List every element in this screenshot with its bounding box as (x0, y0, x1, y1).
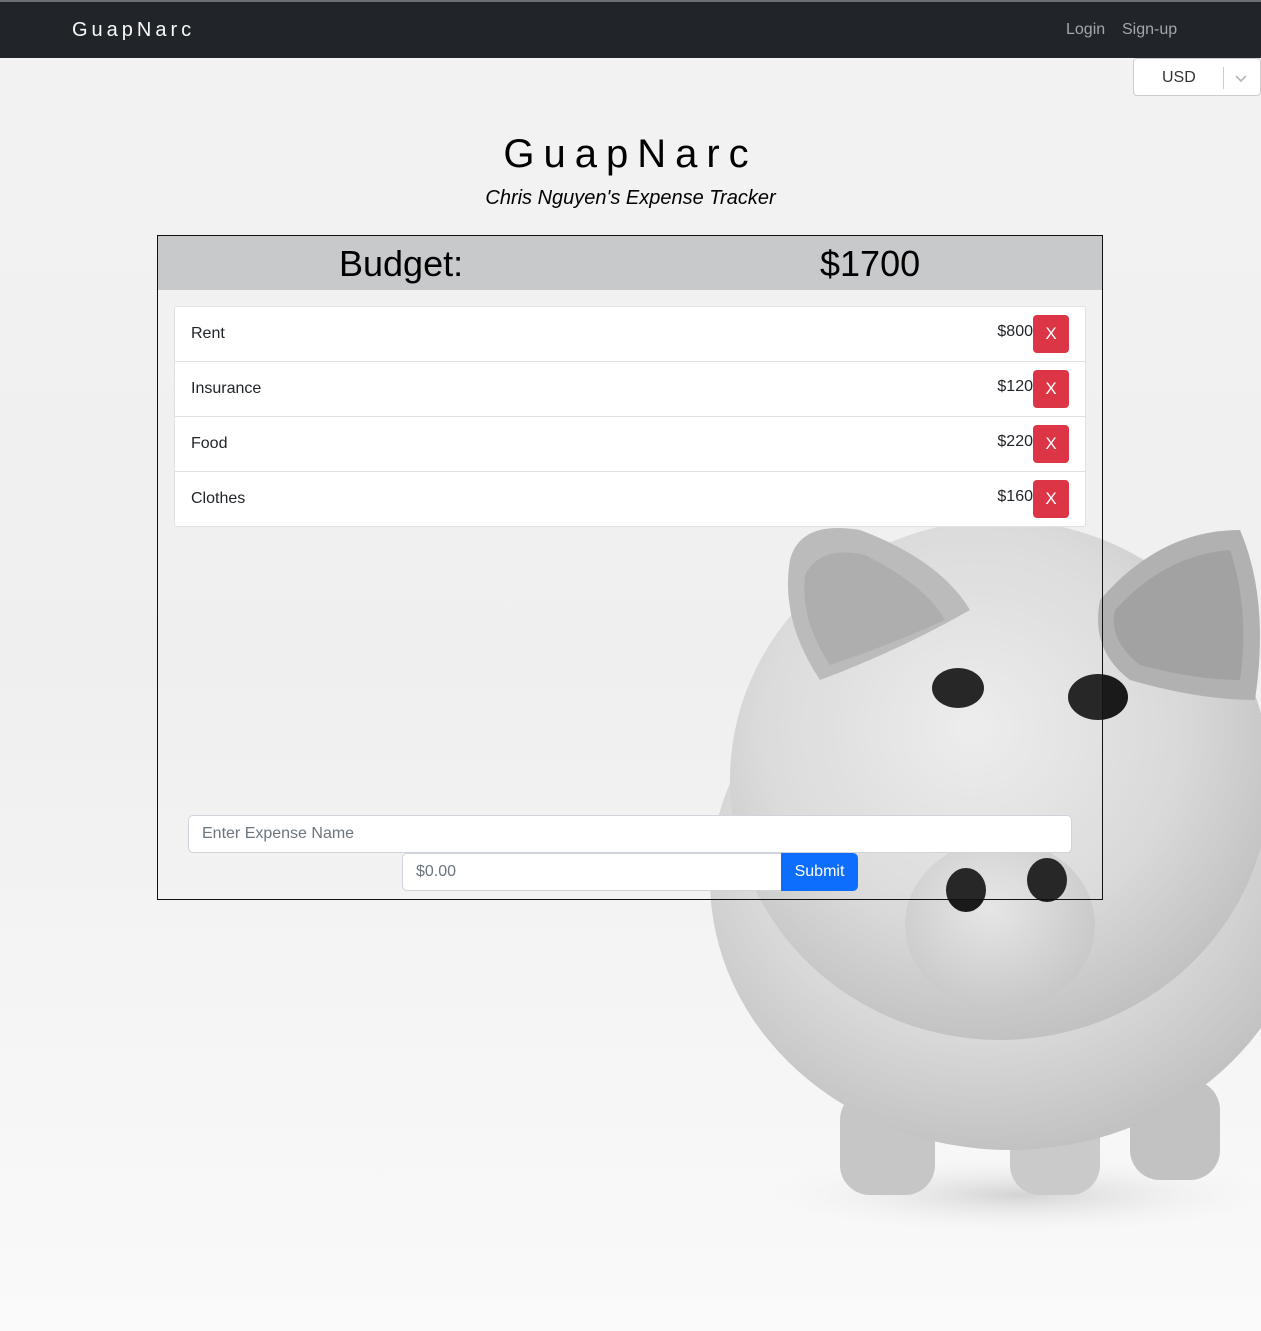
delete-expense-button[interactable]: X (1033, 425, 1069, 463)
login-link[interactable]: Login (1066, 21, 1105, 39)
expense-amount: $220 (997, 433, 1033, 450)
delete-expense-button[interactable]: X (1033, 480, 1069, 518)
expense-row: Insurance $120 X (174, 361, 1086, 417)
chevron-down-icon[interactable] (1232, 70, 1250, 86)
signup-link[interactable]: Sign-up (1122, 21, 1177, 39)
delete-expense-button[interactable]: X (1033, 370, 1069, 408)
expense-list: Rent $800 X Insurance $120 X Food $220 X… (174, 306, 1086, 527)
submit-button[interactable]: Submit (781, 853, 858, 891)
expense-tracker-card: Budget: $1700 Rent $800 X Insurance $120… (157, 235, 1103, 900)
navbar-brand[interactable]: GuapNarc (72, 19, 195, 42)
expense-amount: $120 (997, 378, 1033, 395)
expense-row: Clothes $160 X (174, 471, 1086, 527)
expense-amount: $160 (997, 488, 1033, 505)
delete-expense-button[interactable]: X (1033, 315, 1069, 353)
expense-name: Food (191, 435, 228, 452)
currency-select[interactable]: USD (1133, 58, 1261, 96)
page-subtitle: Chris Nguyen's Expense Tracker (485, 187, 776, 209)
budget-header: Budget: $1700 (158, 236, 1102, 290)
top-navbar: GuapNarc Login Sign-up (0, 0, 1261, 58)
currency-select-divider (1223, 67, 1224, 89)
expense-name: Insurance (191, 380, 262, 397)
currency-selected-value: USD (1162, 69, 1196, 86)
expense-row: Rent $800 X (174, 306, 1086, 362)
expense-name: Clothes (191, 490, 246, 507)
expense-name-input[interactable] (188, 815, 1072, 853)
expense-row: Food $220 X (174, 416, 1086, 472)
expense-amount-input[interactable] (402, 853, 782, 891)
budget-value: $1700 (820, 243, 921, 284)
expense-name: Rent (191, 325, 225, 342)
budget-label: Budget: (339, 243, 464, 284)
expense-amount: $800 (997, 323, 1033, 340)
page-title: GuapNarc (503, 132, 758, 176)
